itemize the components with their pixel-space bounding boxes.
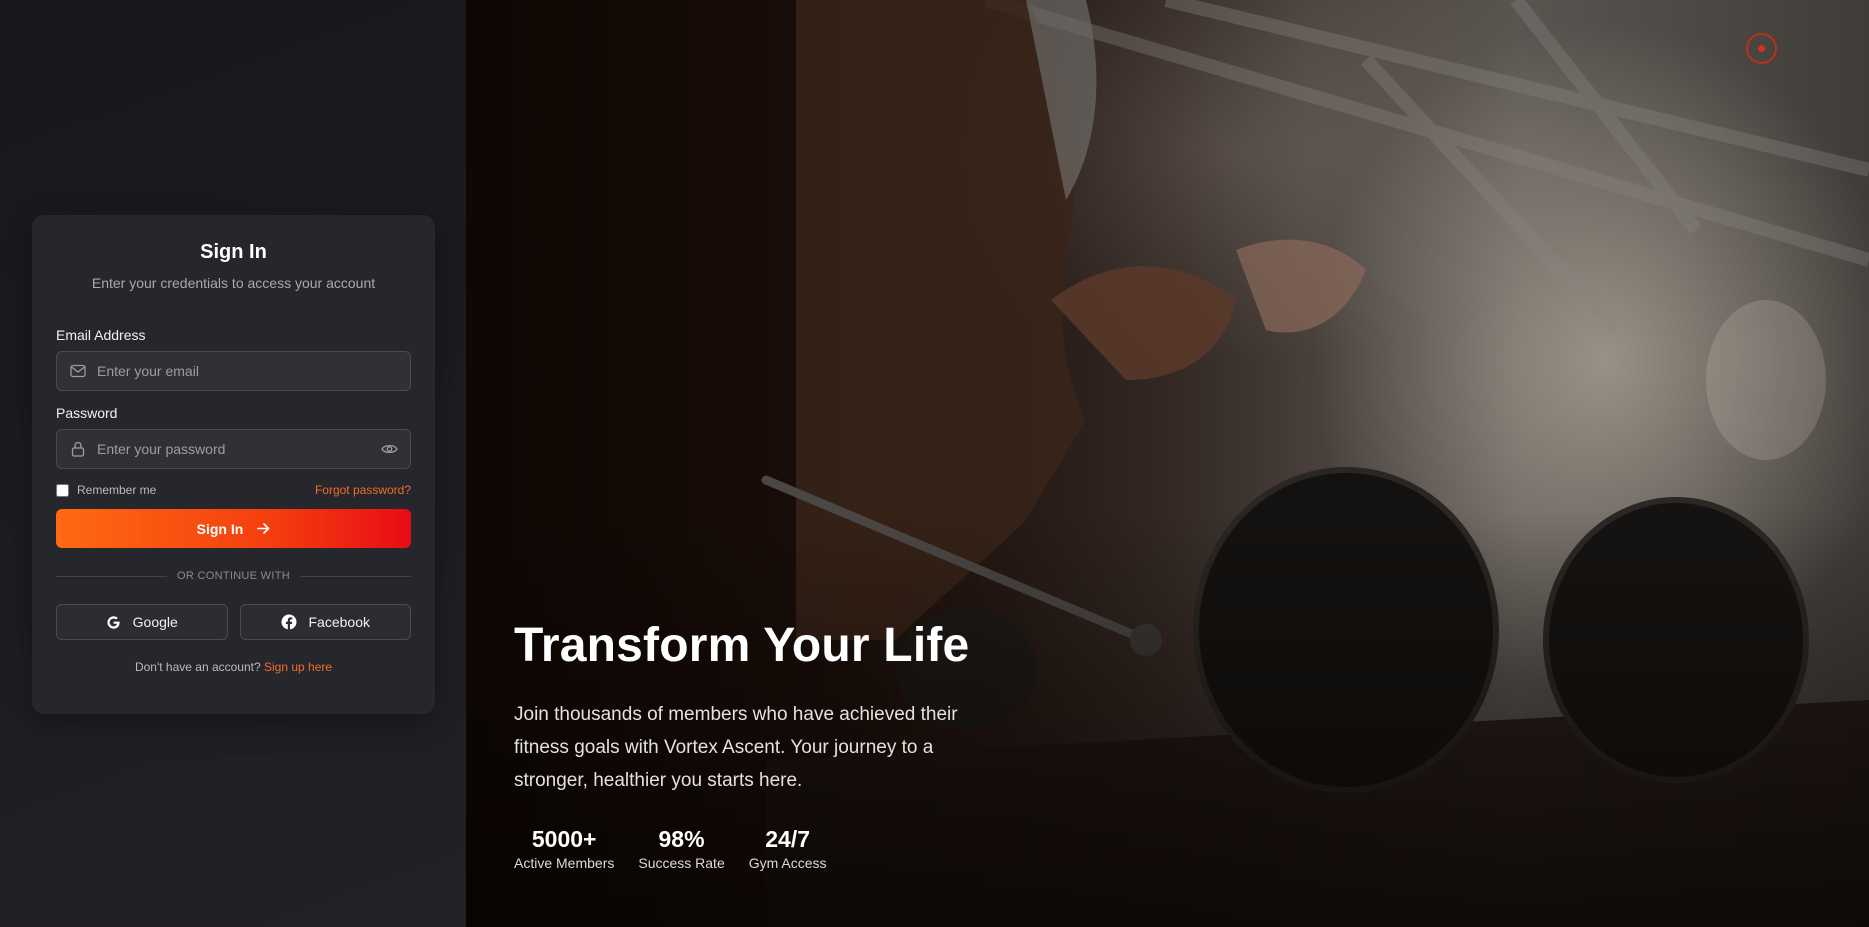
stat-value: 98% [658,826,705,852]
hero-title: Transform Your Life [514,619,970,672]
google-icon [106,615,121,630]
remember-me[interactable]: Remember me [56,483,156,497]
stat-label: Gym Access [748,855,827,871]
password-field[interactable] [56,429,411,469]
signin-card: Sign In Enter your credentials to access… [32,215,435,714]
signup-row: Don't have an account? Sign up here [56,660,411,674]
options-row: Remember me Forgot password? [56,481,411,499]
mail-icon [69,362,87,380]
signup-prompt: Don't have an account? [134,660,261,674]
hero-description: Join thousands of members who have achie… [514,704,958,791]
password-input[interactable] [97,441,372,457]
eye-icon[interactable] [380,440,398,458]
signin-subtitle: Enter your credentials to access your ac… [91,275,376,291]
password-label: Password [56,405,118,421]
stat-value: 24/7 [765,826,811,852]
stat-item: 24/7 Gym Access [749,826,827,871]
forgot-password-link[interactable]: Forgot password? [315,483,411,497]
google-button[interactable]: Google [56,604,228,640]
email-label: Email Address [56,327,146,343]
email-field[interactable] [56,351,411,391]
stat-item: 98% Success Rate [638,826,724,871]
sign-in-button-label: Sign In [196,520,244,537]
facebook-icon [281,614,297,630]
email-input[interactable] [97,363,398,379]
record-dot-icon [1758,45,1765,52]
hero-image-panel: Transform Your Life Join thousands of me… [466,0,1869,927]
sign-in-button[interactable]: Sign In [56,509,411,548]
signup-link[interactable]: Sign up here [264,660,332,674]
page-root: Sign In Enter your credentials to access… [0,0,1869,927]
hero-content: Transform Your Life Join thousands of me… [514,618,1034,871]
remember-label: Remember me [77,483,157,497]
stat-value: 5000+ [531,826,597,852]
social-buttons: Google Facebook [56,604,411,640]
stats-row: 5000+ Active Members 98% Success Rate 24… [514,826,1034,871]
divider-text: OR CONTINUE WITH [177,570,290,582]
divider: OR CONTINUE WITH [56,569,411,583]
signin-title: Sign In [200,241,267,263]
facebook-button[interactable]: Facebook [239,604,411,640]
stat-item: 5000+ Active Members [514,826,614,871]
left-panel: Sign In Enter your credentials to access… [0,0,466,927]
lock-icon [69,440,87,458]
remember-checkbox[interactable] [56,483,69,497]
stat-label: Success Rate [638,855,725,871]
record-indicator[interactable] [1746,33,1777,64]
arrow-right-icon [257,523,270,534]
google-button-label: Google [132,614,178,630]
facebook-button-label: Facebook [308,614,370,630]
stat-label: Active Members [514,855,615,871]
